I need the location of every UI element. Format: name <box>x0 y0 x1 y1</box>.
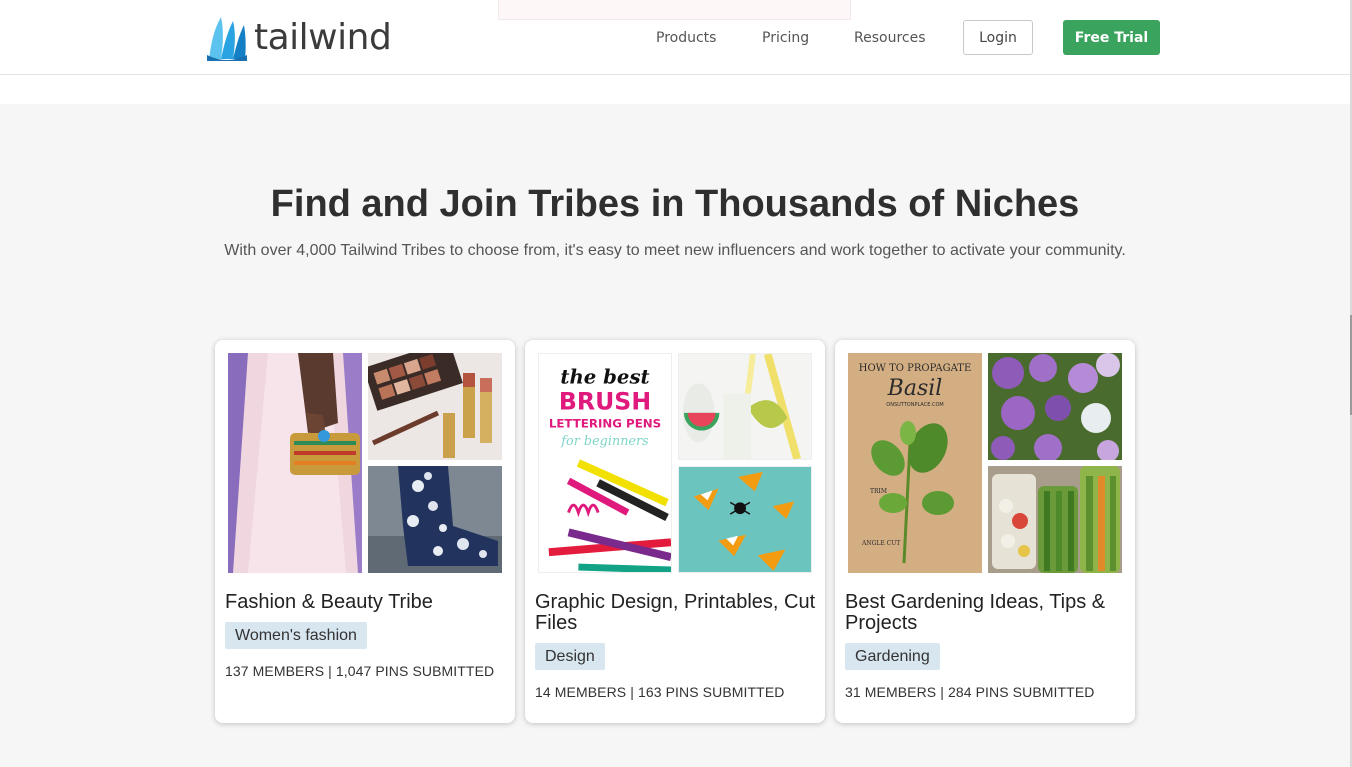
section-title: Find and Join Tribes in Thousands of Nic… <box>270 183 1080 225</box>
image-text-lettering: LETTERING PENS <box>549 416 661 430</box>
tribe-tag[interactable]: Design <box>535 643 605 670</box>
tribe-title[interactable]: Fashion & Beauty Tribe <box>225 592 510 613</box>
nav-resources[interactable]: Resources <box>854 30 926 46</box>
design-photo-drinks <box>678 353 812 460</box>
image-text-trim: TRIM <box>870 488 887 495</box>
tribe-title[interactable]: Best Gardening Ideas, Tips & Projects <box>845 592 1130 634</box>
tailwind-logo[interactable]: tailwind <box>207 14 392 62</box>
section-subtitle: With over 4,000 Tailwind Tribes to choos… <box>224 242 1126 259</box>
design-photo-pens: the best BRUSH LETTERING PENS for beginn… <box>538 353 672 573</box>
tribe-stats: 137 MEMBERS | 1,047 PINS SUBMITTED <box>225 663 495 679</box>
tribe-card-design[interactable]: the best BRUSH LETTERING PENS for beginn… <box>525 340 825 723</box>
nav-products[interactable]: Products <box>656 30 716 46</box>
tribe-tag[interactable]: Women's fashion <box>225 622 367 649</box>
site-header: tailwind Products Pricing Resources Logi… <box>0 0 1350 75</box>
image-text-beginners: for beginners <box>560 434 649 449</box>
login-button[interactable]: Login <box>963 20 1033 55</box>
image-text-site: ONSUTTONPLACE.COM <box>886 402 943 408</box>
image-text-basil: Basil <box>887 376 943 401</box>
image-text-brush: BRUSH <box>559 387 651 415</box>
tribe-card-fashion[interactable]: Fashion & Beauty Tribe Women's fashion 1… <box>215 340 515 723</box>
sail-logo-icon <box>207 17 247 61</box>
image-text-angle-cut: ANGLE CUT <box>861 540 900 547</box>
tribe-stats: 31 MEMBERS | 284 PINS SUBMITTED <box>845 684 1095 700</box>
gardening-photo-alliums <box>988 353 1122 460</box>
fashion-photo-clutch <box>228 353 362 573</box>
tribe-card-gardening[interactable]: HOW TO PROPAGATE Basil ONSUTTONPLACE.COM… <box>835 340 1135 723</box>
image-text-the-best: the best <box>560 365 649 389</box>
nav-pricing[interactable]: Pricing <box>762 30 809 46</box>
design-photo-candycorn <box>678 466 812 573</box>
tribe-tag[interactable]: Gardening <box>845 643 940 670</box>
gardening-photo-jars <box>988 466 1122 573</box>
top-banner-edge <box>498 0 851 20</box>
free-trial-button[interactable]: Free Trial <box>1063 20 1160 55</box>
tribe-title[interactable]: Graphic Design, Printables, Cut Files <box>535 592 820 634</box>
fashion-photo-boots <box>368 466 502 573</box>
image-text-how-to-propagate: HOW TO PROPAGATE <box>859 363 972 374</box>
tribe-stats: 14 MEMBERS | 163 PINS SUBMITTED <box>535 684 785 700</box>
fashion-photo-makeup <box>368 353 502 460</box>
logo-text: tailwind <box>254 17 392 58</box>
gardening-photo-basil: HOW TO PROPAGATE Basil ONSUTTONPLACE.COM… <box>848 353 982 573</box>
